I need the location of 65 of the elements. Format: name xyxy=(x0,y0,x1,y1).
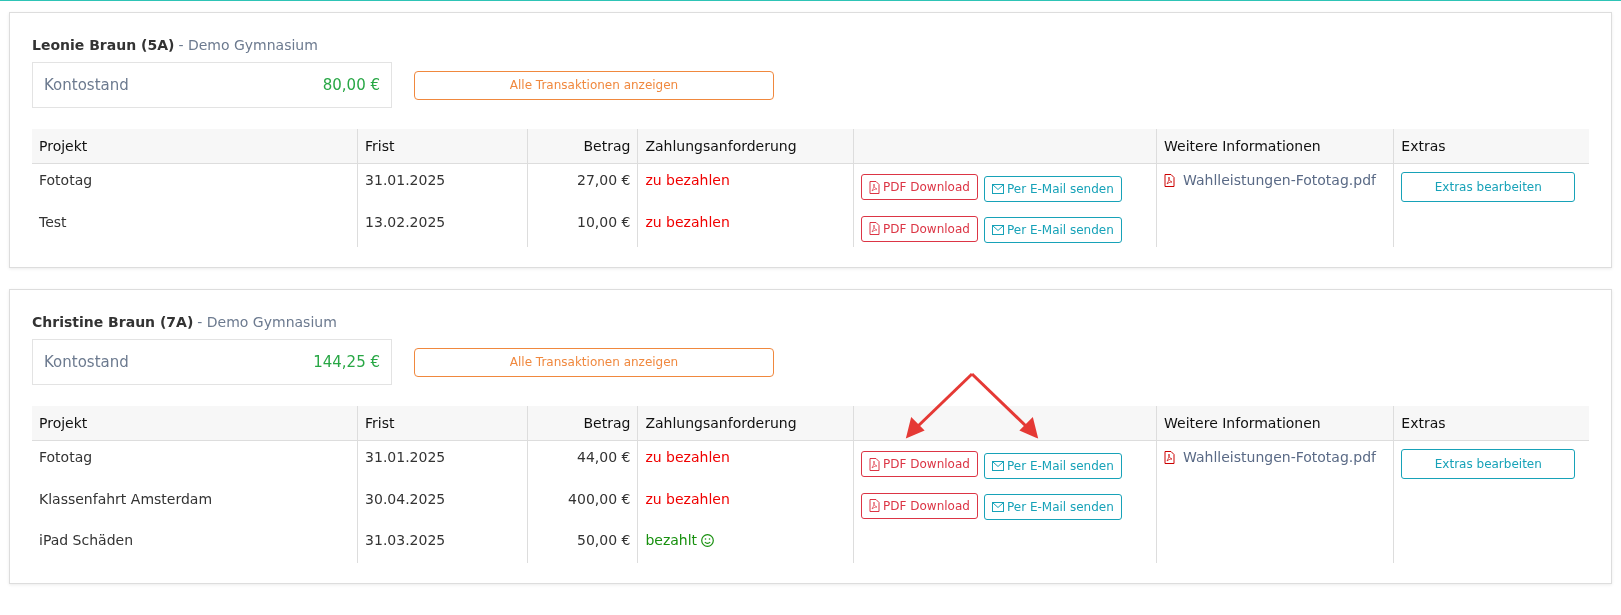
pdf-file-icon xyxy=(1164,450,1176,464)
mail-icon xyxy=(991,225,1004,235)
amount: 50,00 € xyxy=(577,532,631,548)
column-header: Extras xyxy=(1393,406,1589,441)
amount: 400,00 € xyxy=(568,490,631,507)
pdf-file-icon xyxy=(869,499,881,512)
due-date: 31.03.2025 xyxy=(365,532,446,548)
column-header: Weitere Informationen xyxy=(1156,406,1394,441)
column-header: Projekt xyxy=(32,129,358,164)
column-header: Projekt xyxy=(32,406,358,441)
email-button[interactable]: Per E-Mail senden xyxy=(983,494,1122,520)
column-header: Zahlungsanforderung xyxy=(637,129,854,164)
attachment-link[interactable]: Wahlleistungen-Fototag.pdf xyxy=(1164,172,1376,188)
project-name: iPad Schäden xyxy=(39,532,134,548)
amount: 10,00 € xyxy=(577,213,631,230)
due-date: 30.04.2025 xyxy=(365,490,446,507)
column-header: Zahlungsanforderung xyxy=(637,406,854,441)
balance-value: 144,25 € xyxy=(313,353,380,371)
student-name: Christine Braun (7A) xyxy=(32,314,194,330)
extras-button[interactable]: Extras bearbeiten xyxy=(1401,172,1576,202)
project-name: Klassenfahrt Amsterdam xyxy=(39,490,213,507)
project-name: Fototag xyxy=(39,449,93,465)
pdf-file-icon xyxy=(869,180,881,194)
project-name: Fototag xyxy=(39,172,93,188)
attachment-link[interactable]: Wahlleistungen-Fototag.pdf xyxy=(1164,449,1376,465)
smiley-icon xyxy=(701,533,715,547)
payment-status: zu bezahlen xyxy=(645,213,730,230)
mail-icon xyxy=(991,460,1004,471)
transactions-button[interactable]: Alle Transaktionen anzeigen xyxy=(414,70,774,100)
pdf-download-button[interactable]: PDF Download xyxy=(861,174,978,200)
email-button[interactable]: Per E-Mail senden xyxy=(983,217,1122,243)
balance-label: Kontostand xyxy=(44,76,129,94)
payment-status: bezahlt xyxy=(645,532,715,548)
amount: 44,00 € xyxy=(577,449,631,465)
amount: 27,00 € xyxy=(577,172,631,188)
payment-status: zu bezahlen xyxy=(645,490,730,507)
column-header: Betrag xyxy=(527,406,638,441)
pdf-download-button[interactable]: PDF Download xyxy=(861,492,978,519)
pdf-file-icon xyxy=(869,222,881,235)
pdf-download-button[interactable]: PDF Download xyxy=(861,215,978,242)
balance-label: Kontostand xyxy=(44,353,129,371)
mail-icon xyxy=(991,183,1004,194)
column-header: Weitere Informationen xyxy=(1156,129,1394,164)
column-header: Extras xyxy=(1393,129,1589,164)
due-date: 13.02.2025 xyxy=(365,213,446,230)
mail-icon xyxy=(991,502,1004,512)
extras-button[interactable]: Extras bearbeiten xyxy=(1401,449,1576,479)
due-date: 31.01.2025 xyxy=(365,172,446,188)
column-header: Frist xyxy=(357,129,527,164)
column-header: Frist xyxy=(357,406,527,441)
student-name: Leonie Braun (5A) xyxy=(32,37,175,53)
project-name: Test xyxy=(39,213,67,230)
pdf-file-icon xyxy=(1164,173,1176,187)
due-date: 31.01.2025 xyxy=(365,449,446,465)
pdf-download-button[interactable]: PDF Download xyxy=(861,451,978,477)
email-button[interactable]: Per E-Mail senden xyxy=(983,175,1122,202)
school-name: - Demo Gymnasium xyxy=(178,37,318,53)
school-name: - Demo Gymnasium xyxy=(197,314,337,330)
email-button[interactable]: Per E-Mail senden xyxy=(983,452,1122,479)
payment-status: zu bezahlen xyxy=(645,172,730,188)
balance-value: 80,00 € xyxy=(322,76,380,94)
payment-status: zu bezahlen xyxy=(645,449,730,465)
column-header: Betrag xyxy=(527,129,638,164)
pdf-file-icon xyxy=(869,457,881,471)
transactions-button[interactable]: Alle Transaktionen anzeigen xyxy=(414,347,774,377)
